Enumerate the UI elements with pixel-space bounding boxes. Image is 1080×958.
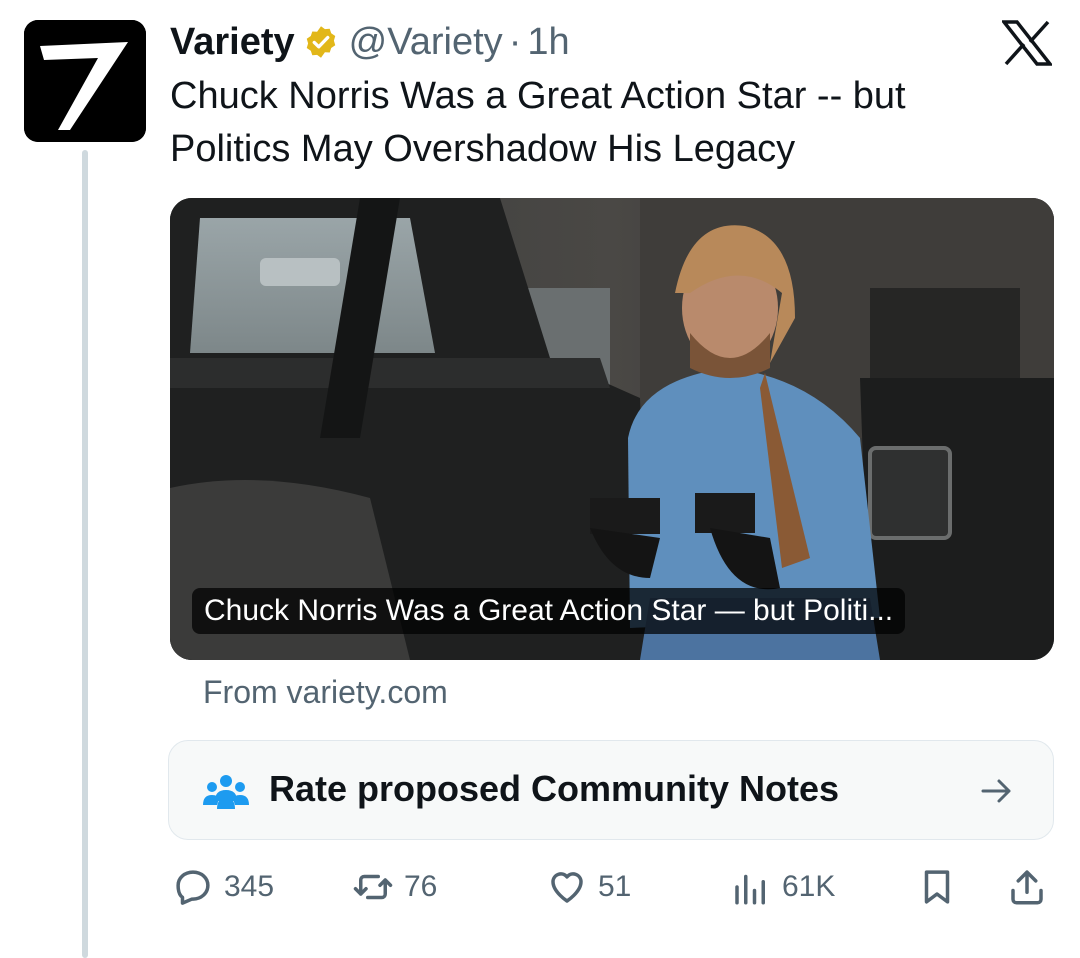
verified-badge-icon[interactable] <box>303 24 339 60</box>
card-source[interactable]: From variety.com <box>203 674 448 711</box>
separator-dot: · <box>508 20 522 63</box>
tweet-header: Variety @Variety · 1h <box>170 14 570 70</box>
people-icon <box>203 775 249 809</box>
heart-icon <box>551 872 583 903</box>
views-count: 61K <box>782 870 836 903</box>
thread-line <box>82 150 88 958</box>
views-button[interactable]: 61K <box>730 866 835 908</box>
community-notes-label: Rate proposed Community Notes <box>269 768 840 809</box>
like-button[interactable]: 51 <box>546 866 631 908</box>
community-notes-button[interactable]: Rate proposed Community Notes <box>168 740 1054 840</box>
arrow-right-icon <box>981 779 1011 803</box>
handle[interactable]: @Variety <box>349 21 503 64</box>
like-count: 51 <box>598 870 632 903</box>
avatar[interactable] <box>24 20 146 142</box>
tweet-text: Chuck Norris Was a Great Action Star -- … <box>170 75 906 170</box>
repost-button[interactable]: 76 <box>352 866 437 908</box>
share-icon <box>1011 870 1043 905</box>
bookmark-button[interactable] <box>916 866 958 908</box>
views-icon <box>735 874 765 905</box>
bookmark-icon <box>924 870 950 904</box>
repost-icon <box>353 874 393 900</box>
reply-count: 345 <box>224 870 275 903</box>
link-card[interactable]: Chuck Norris Was a Great Action Star — b… <box>170 198 1054 660</box>
timestamp[interactable]: 1h <box>527 21 569 64</box>
repost-count: 76 <box>404 870 438 903</box>
reply-icon <box>176 870 210 905</box>
display-name[interactable]: Variety <box>170 21 295 64</box>
x-logo-icon <box>1002 20 1052 66</box>
reply-button[interactable]: 345 <box>172 866 274 908</box>
card-title: Chuck Norris Was a Great Action Star — b… <box>192 588 906 634</box>
variety-logo <box>24 20 146 142</box>
share-button[interactable] <box>1006 866 1048 908</box>
